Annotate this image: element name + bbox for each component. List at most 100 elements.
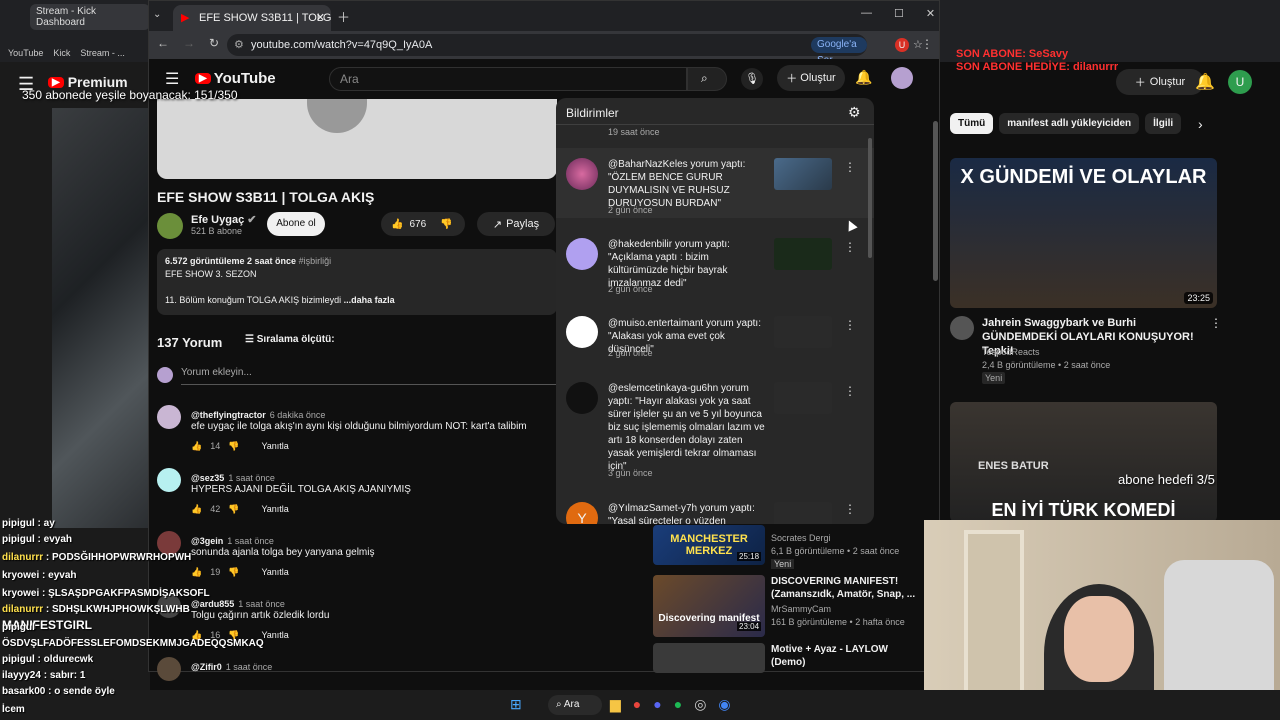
notif-thumbnail — [774, 382, 832, 414]
chip-manifest[interactable]: manifest adlı yükleyiciden — [999, 113, 1140, 134]
tab-video[interactable]: ▶ EFE SHOW S3B11 | TOLGA AKIŞ ✕ — [173, 5, 331, 31]
video-thumb-1[interactable]: X GÜNDEMİ VE OLAYLAR 23:25 — [950, 158, 1217, 308]
last-sub-overlay: SON ABONE: SeSavy SON ABONE HEDİYE: dila… — [956, 48, 1119, 73]
channel-name[interactable]: Efe Uygaç ✔ 521 B abone — [191, 213, 256, 236]
site-info-icon[interactable]: ⚙ — [234, 34, 244, 56]
avatar-right[interactable]: U — [1228, 70, 1252, 94]
notification-item[interactable]: @eslemcetinkaya-gu6hn yorum yaptı: "Hayı… — [556, 376, 874, 486]
sidebar-title-manifest[interactable]: DISCOVERING MANIFEST! (Zamanszıdk, Amatö… — [771, 575, 921, 601]
like-icon[interactable]: 👍 — [391, 219, 403, 230]
page-scrollbar[interactable] — [933, 121, 938, 281]
sort-button[interactable]: ☰ Sıralama ölçütü: — [245, 334, 335, 345]
file-explorer-icon[interactable]: ▆ — [610, 696, 621, 713]
address-bar[interactable]: ⚙ youtube.com/watch?v=47q9Q_IyA0A Google… — [227, 34, 923, 66]
channel-avatar[interactable] — [157, 213, 183, 239]
close-window-icon[interactable]: ✕ — [926, 7, 935, 20]
comment-avatar[interactable] — [157, 468, 181, 492]
taskbar-apps: ▆ ● ● ● ◎ ◉ — [610, 696, 731, 713]
chrome-icon[interactable]: ◉ — [718, 696, 730, 713]
more-icon[interactable]: ⋮ — [1210, 316, 1222, 330]
bookmarks-bar: YouTube Kick Stream - ... — [8, 48, 125, 58]
forward-icon[interactable]: → — [183, 36, 195, 50]
search-input[interactable]: Ara — [329, 67, 687, 91]
spotify-icon[interactable]: ● — [674, 696, 682, 713]
sort-icon: ☰ — [245, 334, 254, 345]
share-button[interactable]: ↗ Paylaş — [477, 212, 555, 236]
notif-more-icon[interactable]: ⋮ — [844, 160, 856, 174]
mic-icon[interactable]: 🎙 — [741, 68, 763, 90]
bookmark-youtube[interactable]: YouTube — [8, 48, 43, 58]
plus-icon: ＋ — [786, 73, 798, 85]
settings-gear-icon[interactable]: ⚙ — [848, 104, 861, 121]
notification-item[interactable]: Y @YılmazSamet-y7h yorum yaptı: "Yasal s… — [556, 498, 874, 524]
notif-text: @BaharNazKeles yorum yaptı: "ÖZLEM BENCE… — [608, 159, 746, 209]
new-tab-icon[interactable]: ＋ — [337, 7, 350, 26]
notif-more-icon[interactable]: ⋮ — [844, 502, 856, 516]
menu-dots-icon[interactable]: ⋮ — [921, 37, 933, 51]
video-frame-shape — [307, 99, 367, 133]
bookmark-kick[interactable]: Kick — [53, 48, 70, 58]
chevron-right-icon[interactable]: › — [1198, 116, 1203, 132]
minimize-icon[interactable]: — — [861, 7, 872, 20]
comment-text: HYPERS AJANI DEĞİL TOLGA AKIŞ AJANIYMIŞ — [191, 484, 411, 495]
show-more-link[interactable]: ...daha fazla — [344, 295, 395, 305]
user-avatar-small — [157, 367, 173, 383]
comment-item: @theflyingtractor 6 dakika önce efe uygaç… — [157, 405, 557, 459]
bookmark-stream[interactable]: Stream - ... — [80, 48, 125, 58]
profile-icon[interactable]: U — [895, 38, 909, 52]
dislike-icon[interactable]: 👎 — [440, 219, 452, 230]
vivaldi-icon[interactable]: ● — [633, 696, 641, 713]
notif-more-icon[interactable]: ⋮ — [844, 384, 856, 398]
close-tab-icon[interactable]: ✕ — [316, 5, 325, 31]
create-button[interactable]: ＋ Oluştur — [777, 65, 845, 91]
reload-icon[interactable]: ↻ — [209, 36, 219, 50]
taskbar-search[interactable]: ⌕ Ara — [548, 695, 602, 715]
notif-text: @YılmazSamet-y7h yorum yaptı: "Yasal sür… — [608, 503, 755, 524]
notif-scrollbar[interactable] — [868, 138, 872, 258]
windows-start-icon[interactable]: ⊞ — [510, 696, 522, 713]
account-avatar[interactable] — [891, 67, 913, 89]
notif-more-icon[interactable]: ⋮ — [844, 318, 856, 332]
discord-icon[interactable]: ● — [653, 696, 661, 713]
chip-related[interactable]: İlgili — [1145, 113, 1182, 134]
notifications-bell-icon[interactable]: 🔔 — [855, 69, 872, 86]
subscriber-goal-overlay: 350 abonede yeşile boyanacak: 151/350 — [22, 88, 238, 102]
notification-item[interactable]: @muiso.entertaimant yorum yaptı: "Alakas… — [556, 310, 874, 370]
obs-icon[interactable]: ◎ — [694, 696, 706, 713]
like-dislike-group: 👍 676 👎 — [381, 212, 465, 236]
notif-avatar — [566, 158, 598, 190]
video-thumb-2[interactable]: ENES BATUR EN İYİ TÜRK KOMEDİ — [950, 402, 1217, 522]
comment-avatar[interactable] — [157, 405, 181, 429]
chat-line: pipigul : evyah — [2, 534, 73, 545]
window-controls: — ☐ ✕ — [861, 7, 935, 20]
search-button[interactable]: ⌕ — [687, 67, 727, 91]
nav-buttons: ← → ↻ — [157, 36, 219, 50]
back-icon[interactable]: ← — [157, 36, 169, 50]
chip-all[interactable]: Tümü — [950, 113, 994, 134]
description-box[interactable]: 6.572 görüntüleme 2 saat önce #işbirliği… — [157, 249, 557, 315]
hamburger-icon[interactable]: ☰ — [165, 69, 179, 89]
duration-badge: 25:18 — [737, 552, 762, 561]
google-ask-button[interactable]: Google'a Sor — [811, 37, 867, 66]
notification-item[interactable]: @hakedenbilir yorum yaptı: "Açıklama yap… — [556, 228, 874, 298]
dislike-icon[interactable]: 👎 — [228, 441, 239, 452]
add-comment-input[interactable]: Yorum ekleyin... — [181, 367, 557, 385]
bell-icon-right[interactable]: 🔔 — [1195, 72, 1215, 92]
reply-button[interactable]: Yanıtla — [261, 441, 288, 452]
sidebar-title-laylow[interactable]: Motive + Ayaz - LAYLOW (Demo) — [771, 643, 921, 669]
youtube-logo[interactable]: ▶ YouTube — [195, 70, 276, 87]
like-icon[interactable]: 👍 — [191, 441, 202, 452]
create-button-right[interactable]: ＋ Oluştur — [1116, 69, 1204, 95]
webcam-door — [964, 530, 1024, 700]
maximize-icon[interactable]: ☐ — [894, 7, 904, 20]
notification-item[interactable]: @BaharNazKeles yorum yaptı: "ÖZLEM BENCE… — [556, 148, 874, 218]
kick-dashboard-tab[interactable]: Stream - Kick Dashboard — [30, 4, 150, 30]
subscribe-button[interactable]: Abone ol — [267, 212, 325, 236]
notif-more-icon[interactable]: ⋮ — [844, 240, 856, 254]
chat-line: dilanurrr : PODSĞIHHOPWRWRHOPWH — [2, 552, 192, 563]
video-player[interactable] — [157, 99, 557, 179]
channel-avatar-1[interactable] — [950, 316, 974, 340]
tab-search-icon[interactable]: ⌄ — [153, 9, 161, 20]
sidebar-thumb-laylow[interactable] — [653, 643, 765, 673]
comments-count: 137 Yorum — [157, 335, 223, 350]
